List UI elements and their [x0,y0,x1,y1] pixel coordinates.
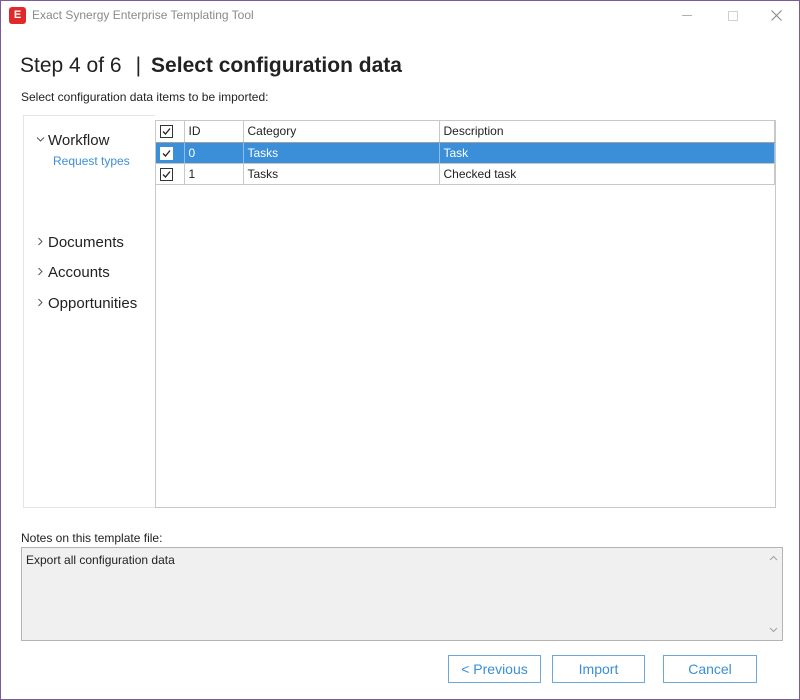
column-header-description[interactable]: Description [439,121,775,143]
chevron-right-icon [36,237,48,249]
nav-item-label: Opportunities [48,295,138,312]
nav-item-opportunities[interactable]: Opportunities [36,295,137,312]
nav-item-accounts[interactable]: Accounts [36,264,110,281]
instruction-text: Select configuration data items to be im… [21,90,269,104]
table-header-row: ID Category Description [156,121,775,143]
scroll-down-icon[interactable] [769,625,778,634]
minimize-icon [682,15,692,16]
maximize-icon [728,10,738,21]
close-icon [770,10,782,21]
nav-item-workflow[interactable]: Workflow [36,132,109,149]
config-data-grid: ID Category Description 0 Tasks Task 1 T… [155,120,776,508]
row-checkbox[interactable] [160,167,173,181]
minimize-button[interactable] [664,1,710,30]
app-logo-icon: E [9,7,26,24]
checkmark-icon [162,128,171,136]
nav-item-label: Accounts [48,264,110,281]
notes-scrollbar[interactable] [765,548,782,640]
cell-id: 0 [184,142,244,164]
previous-button[interactable]: < Previous [448,655,541,683]
scroll-up-icon[interactable] [769,554,778,563]
row-checkbox[interactable] [160,146,173,160]
title-bar: E Exact Synergy Enterprise Templating To… [1,1,799,30]
table-row[interactable]: 1 Tasks Checked task [156,163,775,185]
nav-item-documents[interactable]: Documents [36,234,124,251]
chevron-right-icon [36,267,48,279]
select-all-cell [156,121,185,143]
cell-id: 1 [184,163,244,185]
category-nav: Workflow Request types Documents Account… [23,115,155,508]
nav-item-label: Workflow [48,132,110,149]
step-indicator: Step 4 of 6 [20,54,122,77]
select-all-checkbox[interactable] [160,125,173,139]
step-title: Select configuration data [151,54,402,77]
chevron-right-icon [36,298,48,310]
close-button[interactable] [753,1,799,30]
heading-separator: | [135,54,142,77]
app-window: E Exact Synergy Enterprise Templating To… [0,0,800,700]
cell-category: Tasks [243,142,440,164]
table-row[interactable]: 0 Tasks Task [156,142,775,164]
cell-description: Checked task [439,163,775,185]
nav-item-label: Documents [48,234,124,251]
row-checkbox-cell [156,142,185,164]
data-table: ID Category Description 0 Tasks Task 1 T… [156,121,775,185]
cell-category: Tasks [243,163,440,185]
cancel-button[interactable]: Cancel [663,655,757,683]
maximize-button[interactable] [710,1,756,30]
column-header-category[interactable]: Category [243,121,440,143]
column-header-id[interactable]: ID [184,121,244,143]
notes-label: Notes on this template file: [21,531,163,545]
checkmark-icon [162,149,171,157]
chevron-down-icon [36,135,48,147]
row-checkbox-cell [156,163,185,185]
nav-subitem-request-types[interactable]: Request types [53,154,130,168]
notes-text: Export all configuration data [26,553,175,567]
notes-textarea[interactable]: Export all configuration data [21,547,783,641]
page-title: Step 4 of 6 | Select configuration data [20,54,402,78]
import-button[interactable]: Import [552,655,645,683]
window-title: Exact Synergy Enterprise Templating Tool [32,8,254,22]
cell-description: Task [439,142,775,164]
checkmark-icon [162,170,171,178]
